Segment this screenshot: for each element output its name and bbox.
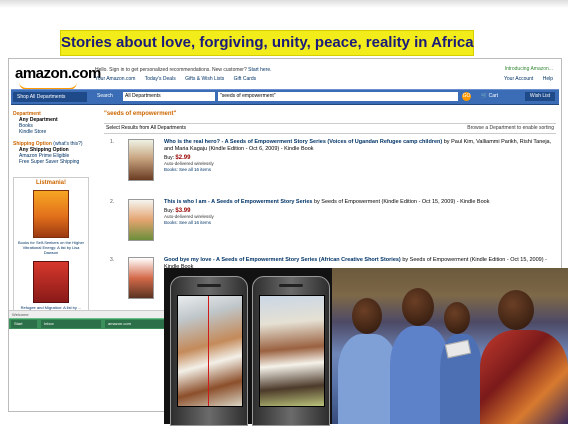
cart-icon: 🛒 [481, 93, 488, 99]
results-query-title: "seeds of empowerment" [104, 111, 177, 117]
wish-list-button[interactable]: Wish List [525, 92, 555, 101]
book-cover[interactable] [128, 199, 154, 241]
list-book-cover[interactable] [33, 190, 69, 238]
search-input[interactable]: "seeds of empowerment" [218, 92, 458, 101]
result-number: 3. [110, 257, 115, 263]
result-number: 2. [110, 199, 115, 205]
child-figure [338, 334, 398, 424]
your-account-link[interactable]: Your Account [504, 76, 533, 82]
book-cover[interactable] [128, 139, 154, 181]
speaker-icon [279, 284, 303, 287]
result-number: 1. [110, 139, 115, 145]
department-select[interactable]: All Departments [123, 92, 215, 101]
result-title-line: Who is the real hero? - A Seeds of Empow… [164, 139, 552, 153]
child-head [402, 288, 434, 326]
results-bar: Select Results from All Departments Brow… [104, 123, 556, 134]
result-more-link[interactable]: Books: See all 16 items [164, 167, 552, 173]
scan-edge [0, 0, 568, 8]
top-link-gift-cards[interactable]: Gift Cards [234, 76, 257, 82]
search-navbar: Shop All Departments Search All Departme… [11, 89, 559, 105]
result-info: Who is the real hero? - A Seeds of Empow… [164, 139, 552, 173]
cart-link[interactable]: 🛒 Cart [481, 93, 498, 99]
result-byline: by Seeds of Empowerment (Kindle Edition … [313, 199, 490, 205]
amazon-logo[interactable]: amazon.com [15, 65, 101, 82]
slide-banner: Stories about love, forgiving, unity, pe… [60, 30, 474, 56]
iphones-photo [164, 268, 332, 426]
iphone-right [252, 276, 330, 426]
list-caption[interactable]: Books for Self-Seekers on the Higher Vib… [16, 240, 86, 255]
greeting-message: Hello. Sign in to get personalized recom… [95, 67, 247, 73]
top-link-gifts[interactable]: Gifts & Wish Lists [185, 76, 224, 82]
go-button[interactable]: GO [462, 92, 471, 101]
presentation-slide: Stories about love, forgiving, unity, pe… [0, 0, 568, 426]
result-title-link[interactable]: This is who I am - A Seeds of Empowermen… [164, 199, 312, 205]
iphone-left [170, 276, 248, 426]
speaker-icon [197, 284, 221, 287]
help-link[interactable]: Help [543, 76, 553, 82]
result-item: 1. Who is the real hero? - A Seeds of Em… [104, 139, 554, 197]
result-item: 2. This is who I am - A Seeds of Empower… [104, 199, 554, 257]
cart-label: Cart [488, 93, 499, 99]
result-title-link[interactable]: Who is the real hero? - A Seeds of Empow… [164, 139, 442, 145]
adult-figure [480, 330, 568, 424]
sidebar-item-super-saver[interactable]: Free Super Saver Shipping [13, 159, 93, 165]
greeting-text: Hello. Sign in to get personalized recom… [95, 67, 272, 73]
taskbar-item[interactable]: amazon.com [105, 320, 165, 328]
listmania-title: Listmania! [35, 180, 66, 186]
adult-head [498, 290, 534, 330]
listmania-box: Listmania! Books for Self-Seekers on the… [13, 177, 89, 313]
result-info: This is who I am - A Seeds of Empowermen… [164, 199, 552, 226]
search-label: Search [97, 93, 113, 99]
sidebar-item-kindle-store[interactable]: Kindle Store [13, 129, 93, 135]
child-head [444, 302, 470, 334]
result-title-link[interactable]: Good bye my love - A Seeds of Empowermen… [164, 257, 401, 263]
sort-text: Browse a Department to enable sorting [467, 125, 554, 131]
page-divider-line [208, 296, 209, 406]
iphone-screen-story-left [177, 295, 243, 407]
sidebar: Department Any Department Books Kindle S… [13, 109, 93, 409]
shop-all-departments-button[interactable]: Shop All Departments [13, 92, 87, 102]
child-head [352, 298, 382, 334]
list-book-cover-2[interactable] [33, 261, 69, 303]
taskbar-start-button[interactable]: Start [11, 320, 37, 328]
result-more-link[interactable]: Books: See all 16 items [164, 220, 552, 226]
results-count: Select Results from All Departments [106, 125, 187, 131]
taskbar-item[interactable]: Inbox [41, 320, 101, 328]
top-links: Your Amazon.com Today's Deals Gifts & Wi… [95, 76, 264, 82]
promo-link[interactable]: Introducing Amazon... [505, 66, 553, 72]
account-links: Your Account Help [496, 76, 553, 82]
iphone-screen-story-right [259, 295, 325, 407]
result-title-line: This is who I am - A Seeds of Empowermen… [164, 199, 552, 206]
top-link-your-amazon[interactable]: Your Amazon.com [95, 76, 135, 82]
start-here-link[interactable]: Start here. [248, 67, 271, 73]
children-reading-photo [332, 268, 568, 424]
top-link-todays-deals[interactable]: Today's Deals [145, 76, 176, 82]
book-cover[interactable] [128, 257, 154, 299]
